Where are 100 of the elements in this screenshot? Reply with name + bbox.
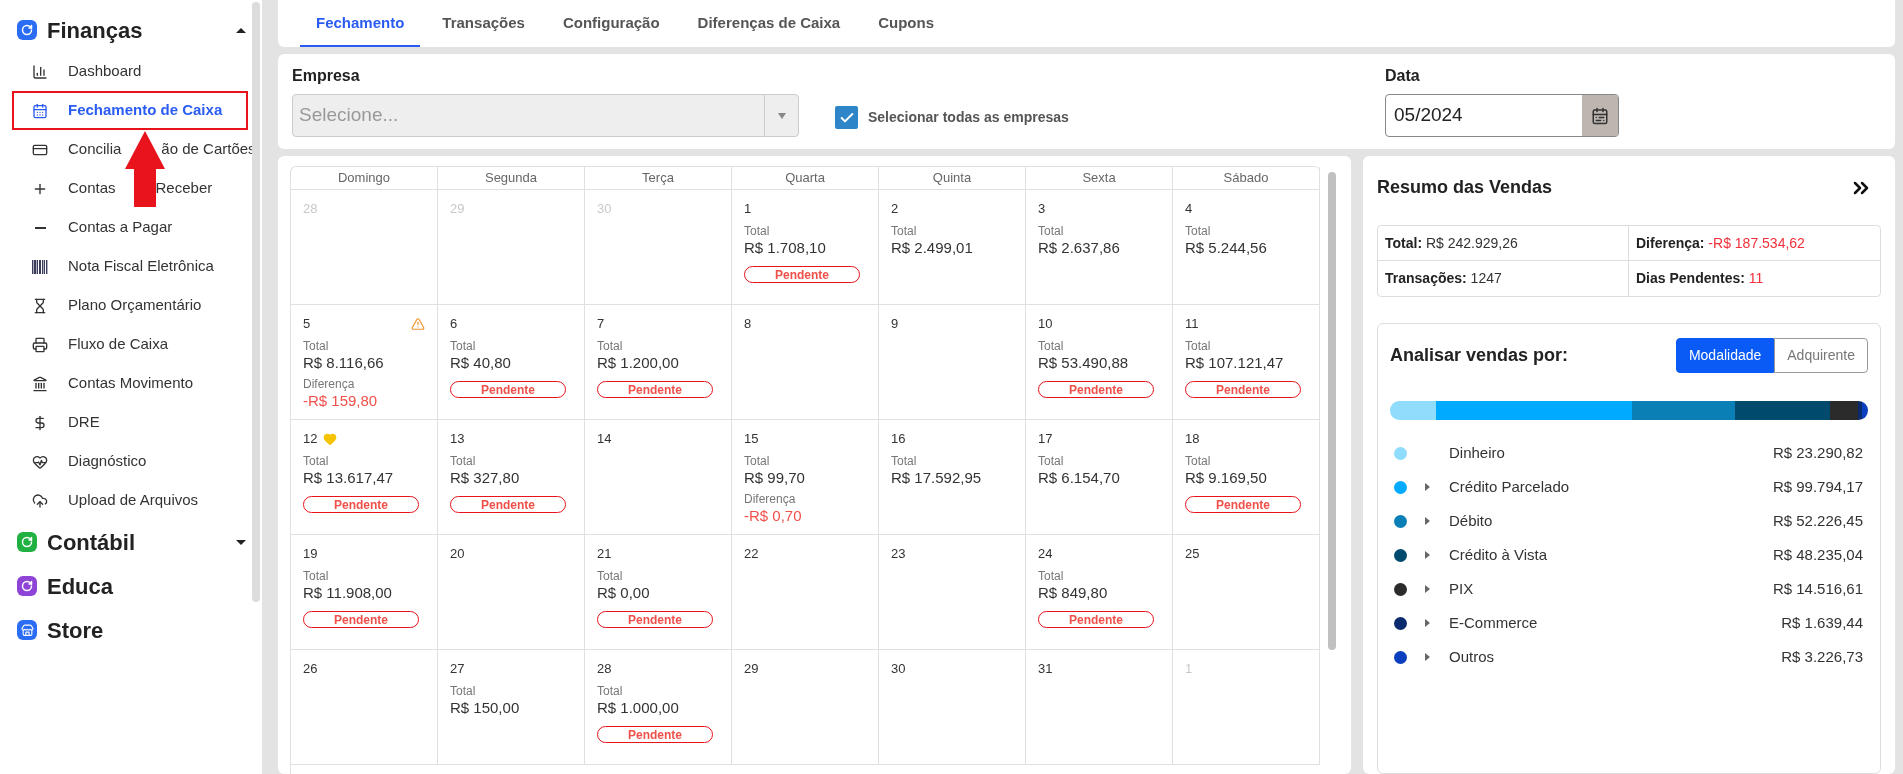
- section-logo-icon: [17, 532, 37, 552]
- calendar-day[interactable]: 1 Total R$ 1.708,10 Pendente: [732, 190, 879, 305]
- calendar-day[interactable]: 8: [732, 305, 879, 420]
- calendar-day[interactable]: 25: [1173, 535, 1320, 650]
- calendar-day[interactable]: 27 Total R$ 150,00: [438, 650, 585, 765]
- day-number: 15: [744, 430, 759, 449]
- day-number: 3: [1038, 200, 1046, 219]
- total-amount: R$ 107.121,47: [1185, 353, 1285, 373]
- day-number: 22: [744, 545, 759, 564]
- sidebar-item[interactable]: Fluxo de Caixa: [12, 325, 248, 364]
- sidebar-item[interactable]: Dashboard: [12, 52, 248, 91]
- total-label: Total: [303, 454, 330, 468]
- expand-caret-icon[interactable]: [1425, 653, 1430, 661]
- tab[interactable]: Fechamento: [300, 1, 421, 47]
- sidebar-item[interactable]: Contas Receber: [12, 169, 248, 208]
- date-field[interactable]: 05/2024: [1385, 94, 1619, 137]
- calendar-day[interactable]: 13 Total R$ 327,80 Pendente: [438, 420, 585, 535]
- chart-icon: [32, 63, 48, 80]
- calendar-day[interactable]: 9: [879, 305, 1026, 420]
- section-title[interactable]: Finanças: [47, 13, 143, 47]
- calendar-day[interactable]: 21 Total R$ 0,00 Pendente: [585, 535, 732, 650]
- calendar-day[interactable]: 19 Total R$ 11.908,00 Pendente: [291, 535, 438, 650]
- caret-icon[interactable]: [236, 27, 246, 33]
- tab[interactable]: Configuração: [546, 1, 676, 47]
- day-number: 31: [1038, 660, 1053, 679]
- dollar-icon: [32, 414, 48, 431]
- calendar-day[interactable]: 3 Total R$ 2.637,86: [1026, 190, 1173, 305]
- caret-icon[interactable]: [236, 539, 246, 545]
- scrollbar[interactable]: [252, 2, 260, 602]
- calendar-day[interactable]: 18 Total R$ 9.169,50 Pendente: [1173, 420, 1320, 535]
- calendar-day[interactable]: 16 Total R$ 17.592,95: [879, 420, 1026, 535]
- tab[interactable]: Diferenças de Caixa: [681, 1, 857, 47]
- tab[interactable]: Cupons: [862, 1, 950, 47]
- calendar-day[interactable]: 30: [879, 650, 1026, 765]
- day-number: 12: [303, 430, 318, 449]
- toggle-option[interactable]: Adquirente: [1774, 338, 1868, 373]
- section-title[interactable]: Contábil: [47, 525, 135, 559]
- day-number: 4: [1185, 200, 1193, 219]
- total-amount: R$ 1.200,00: [597, 353, 680, 373]
- calendar-day[interactable]: 26: [291, 650, 438, 765]
- expand-caret-icon[interactable]: [1425, 517, 1430, 525]
- calendar-day[interactable]: 29: [732, 650, 879, 765]
- total-amount: R$ 150,00: [450, 698, 521, 718]
- calendar-icon[interactable]: [1591, 106, 1609, 125]
- tab[interactable]: Transações: [426, 1, 541, 47]
- calendar-day[interactable]: 6 Total R$ 40,80 Pendente: [438, 305, 585, 420]
- expand-caret-icon[interactable]: [1425, 585, 1430, 593]
- section-title[interactable]: Store: [47, 613, 104, 647]
- calendar-day[interactable]: 22: [732, 535, 879, 650]
- sidebar-item[interactable]: Plano Orçamentário: [12, 286, 248, 325]
- weekday-header: Domingo: [291, 167, 438, 190]
- sidebar-item[interactable]: Nota Fiscal Eletrônica: [12, 247, 248, 286]
- expand-caret-icon[interactable]: [1425, 619, 1430, 627]
- legend-label: Outros: [1449, 646, 1494, 667]
- day-number: 17: [1038, 430, 1053, 449]
- calendar-day[interactable]: 28 Total R$ 1.000,00 Pendente: [585, 650, 732, 765]
- toggle-option[interactable]: Modalidade: [1675, 338, 1775, 373]
- calendar-day[interactable]: 31: [1026, 650, 1173, 765]
- legend-value: R$ 48.235,04: [1772, 544, 1863, 565]
- scrollbar[interactable]: [1328, 172, 1336, 650]
- calendar-day[interactable]: 14: [585, 420, 732, 535]
- sidebar-item[interactable]: Diagnóstico: [12, 442, 248, 481]
- sidebar-item[interactable]: Fechamento de Caixa: [12, 91, 248, 130]
- total-amount: R$ 327,80: [450, 468, 521, 488]
- day-number: 13: [450, 430, 465, 449]
- calendar-day[interactable]: 20: [438, 535, 585, 650]
- section-title[interactable]: Educa: [47, 569, 114, 603]
- calendar-day[interactable]: 5 Total R$ 8.116,66 Diferença -R$ 159,80: [291, 305, 438, 420]
- calendar-day[interactable]: 4 Total R$ 5.244,56: [1173, 190, 1320, 305]
- day-number: 6: [450, 315, 458, 334]
- checkbox[interactable]: [835, 106, 858, 129]
- calendar-day[interactable]: 2 Total R$ 2.499,01: [879, 190, 1026, 305]
- day-number: 30: [891, 660, 906, 679]
- date-label: Data: [1385, 66, 1421, 86]
- calendar-day[interactable]: 24 Total R$ 849,80 Pendente: [1026, 535, 1173, 650]
- total-label: Total: [744, 224, 771, 238]
- day-number: 26: [303, 660, 318, 679]
- total-amount: R$ 9.169,50: [1185, 468, 1268, 488]
- sidebar-item[interactable]: Contas a Pagar: [12, 208, 248, 247]
- legend-label: Crédito Parcelado: [1449, 476, 1570, 497]
- day-number: 27: [450, 660, 465, 679]
- sidebar-item[interactable]: Upload de Arquivos: [12, 481, 248, 520]
- calendar-day[interactable]: 23: [879, 535, 1026, 650]
- analysis-title: Analisar vendas por:: [1390, 344, 1569, 367]
- calendar-day[interactable]: 7 Total R$ 1.200,00 Pendente: [585, 305, 732, 420]
- legend-value: R$ 99.794,17: [1772, 476, 1863, 497]
- total-label: Total: [303, 569, 330, 583]
- total-label: Total: [891, 454, 918, 468]
- expand-caret-icon[interactable]: [1425, 483, 1430, 491]
- total-amount: R$ 0,00: [597, 583, 651, 603]
- day-number: 28: [597, 660, 612, 679]
- sidebar-item[interactable]: DRE: [12, 403, 248, 442]
- calendar-day[interactable]: 17 Total R$ 6.154,70: [1026, 420, 1173, 535]
- calendar-day[interactable]: 11 Total R$ 107.121,47 Pendente: [1173, 305, 1320, 420]
- calendar-day[interactable]: 12 Total R$ 13.617,47 Pendente: [291, 420, 438, 535]
- weekday-header: Quarta: [732, 167, 879, 190]
- expand-caret-icon[interactable]: [1425, 551, 1430, 559]
- calendar-day[interactable]: 15 Total R$ 99,70 Diferença -R$ 0,70: [732, 420, 879, 535]
- sidebar-item[interactable]: Contas Movimento: [12, 364, 248, 403]
- calendar-day[interactable]: 10 Total R$ 53.490,88 Pendente: [1026, 305, 1173, 420]
